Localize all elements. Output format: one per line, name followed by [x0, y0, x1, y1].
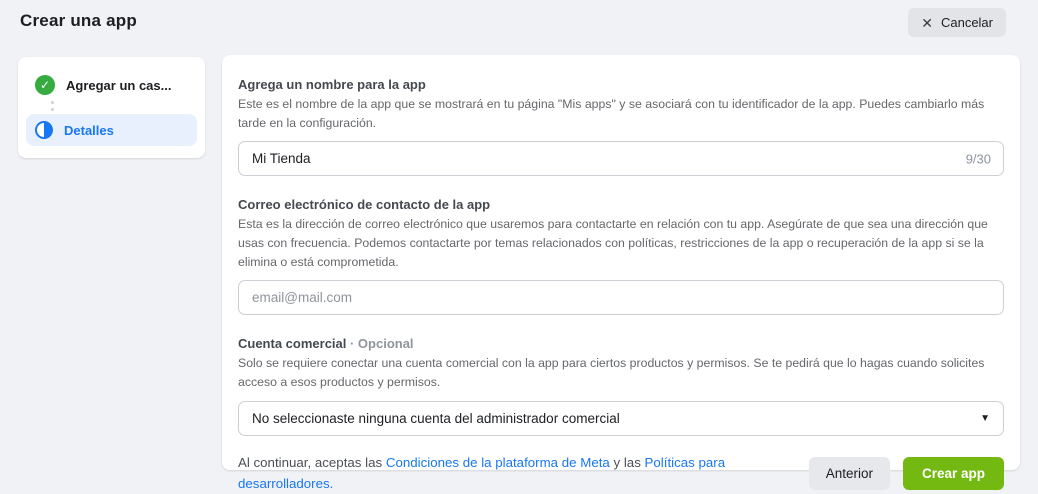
terms-middle: y las: [610, 455, 645, 470]
back-button[interactable]: Anterior: [809, 457, 890, 490]
app-name-input[interactable]: [238, 141, 1004, 176]
app-name-input-wrap: 9/30: [238, 141, 1004, 176]
terms-text: Al continuar, aceptas las Condiciones de…: [238, 452, 803, 494]
contact-email-input-wrap: [238, 280, 1004, 315]
details-form-panel: Agrega un nombre para la app Este es el …: [222, 55, 1020, 470]
business-account-heading: Cuenta comercial · Opcional: [238, 336, 1004, 351]
char-counter: 9/30: [966, 151, 991, 166]
half-circle-progress-icon: [35, 121, 53, 139]
footer-buttons: Anterior Crear app: [809, 457, 1004, 490]
create-app-button[interactable]: Crear app: [903, 457, 1004, 490]
step-connector-dots: [51, 101, 197, 111]
app-name-heading: Agrega un nombre para la app: [238, 77, 1004, 92]
cancel-button[interactable]: ✕ Cancelar: [908, 8, 1006, 37]
contact-email-description: Esta es la dirección de correo electróni…: [238, 215, 1004, 271]
header: Crear una app ✕ Cancelar: [0, 0, 1038, 44]
contact-email-input[interactable]: [238, 280, 1004, 315]
step-details[interactable]: Detalles: [26, 114, 197, 146]
business-account-description: Solo se requiere conectar una cuenta com…: [238, 354, 1004, 391]
form-footer: Al continuar, aceptas las Condiciones de…: [238, 452, 1004, 494]
app-name-description: Este es el nombre de la app que se mostr…: [238, 95, 1004, 132]
business-account-selected-value: No seleccionaste ninguna cuenta del admi…: [252, 411, 620, 426]
optional-label: · Opcional: [346, 336, 413, 351]
cancel-button-label: Cancelar: [941, 15, 993, 30]
close-icon: ✕: [921, 16, 933, 30]
business-account-heading-text: Cuenta comercial: [238, 336, 346, 351]
page-title: Crear una app: [20, 11, 137, 31]
contact-email-heading: Correo electrónico de contacto de la app: [238, 197, 1004, 212]
business-account-select[interactable]: No seleccionaste ninguna cuenta del admi…: [238, 401, 1004, 436]
step-label: Detalles: [64, 123, 114, 138]
caret-down-icon: ▼: [980, 413, 990, 424]
stepper-panel: ✓ Agregar un cas... Detalles: [18, 57, 205, 158]
step-add-use-case[interactable]: ✓ Agregar un cas...: [26, 72, 197, 98]
step-label: Agregar un cas...: [66, 78, 171, 93]
check-icon: ✓: [35, 75, 55, 95]
terms-prefix: Al continuar, aceptas las: [238, 455, 386, 470]
platform-terms-link[interactable]: Condiciones de la plataforma de Meta: [386, 455, 610, 470]
